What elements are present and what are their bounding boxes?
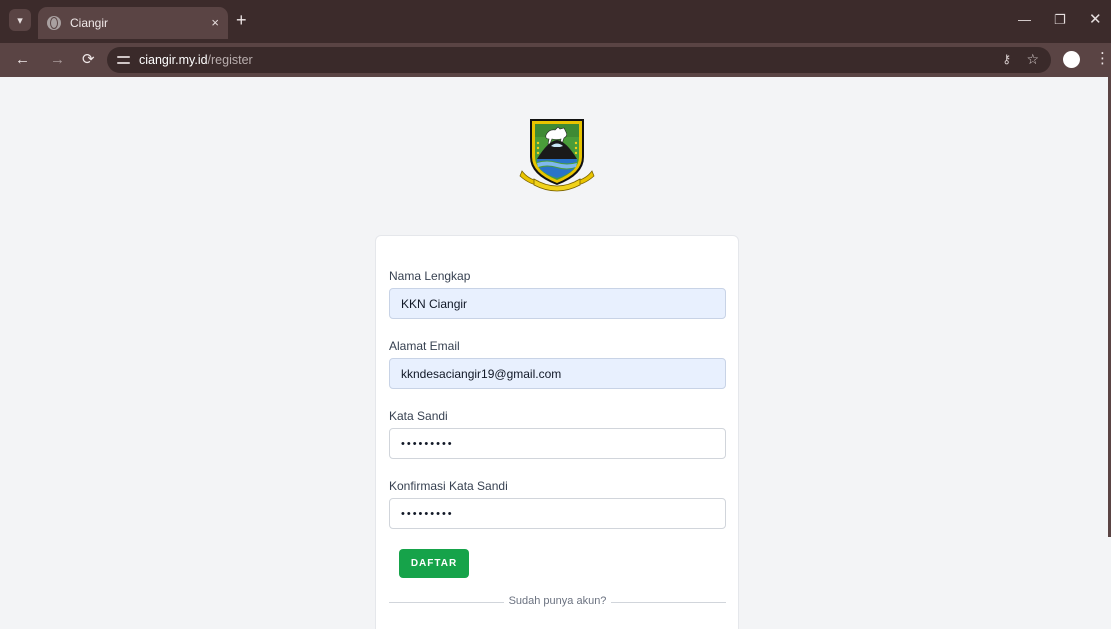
page-body: Nama Lengkap Alamat Email Kata Sandi Kon…	[0, 77, 1111, 629]
url-path: /register	[207, 53, 253, 67]
register-button[interactable]: DAFTAR	[399, 549, 469, 578]
browser-tab[interactable]: Ciangir ×	[38, 7, 228, 39]
url-domain: ciangir.my.id	[139, 53, 208, 67]
globe-icon	[47, 16, 61, 30]
register-form-card: Nama Lengkap Alamat Email Kata Sandi Kon…	[375, 235, 739, 629]
reload-icon[interactable]: ⟳	[82, 51, 95, 69]
regency-emblem-logo	[519, 119, 595, 192]
address-bar[interactable]: ciangir.my.id/register ⚷ ☆	[107, 47, 1051, 73]
password-label: Kata Sandi	[389, 409, 448, 423]
browser-menu-icon[interactable]: ⋮	[1095, 50, 1110, 68]
window-restore-icon[interactable]: ❐	[1054, 11, 1066, 29]
window-minimize-icon[interactable]: —	[1018, 11, 1031, 29]
password-input[interactable]	[389, 428, 726, 459]
confirm-password-input[interactable]	[389, 498, 726, 529]
browser-titlebar: ▾ Ciangir × + — ❐ ✕	[0, 0, 1111, 43]
tab-close-icon[interactable]: ×	[211, 14, 219, 31]
profile-avatar-icon[interactable]	[1063, 51, 1080, 68]
bookmark-star-icon[interactable]: ☆	[1026, 51, 1039, 68]
email-input[interactable]	[389, 358, 726, 389]
login-divider: Sudah punya akun?	[389, 594, 726, 610]
name-input[interactable]	[389, 288, 726, 319]
new-tab-icon[interactable]: +	[236, 11, 247, 29]
back-arrow-icon[interactable]: ←	[15, 51, 30, 69]
password-key-icon[interactable]: ⚷	[1002, 52, 1011, 66]
browser-toolbar: ← → ⟳ ciangir.my.id/register ⚷ ☆	[0, 43, 1111, 77]
forward-arrow-icon[interactable]: →	[50, 51, 65, 69]
email-label: Alamat Email	[389, 339, 460, 353]
divider-line-right	[611, 602, 726, 603]
window-close-icon[interactable]: ✕	[1089, 11, 1102, 29]
name-label: Nama Lengkap	[389, 269, 471, 283]
confirm-password-label: Konfirmasi Kata Sandi	[389, 479, 508, 493]
tab-search-dropdown-icon[interactable]: ▾	[9, 9, 31, 31]
url-text[interactable]: ciangir.my.id/register	[139, 53, 253, 67]
tab-title: Ciangir	[70, 16, 109, 30]
have-account-text: Sudah punya akun?	[508, 595, 607, 607]
site-info-icon[interactable]	[117, 55, 130, 66]
